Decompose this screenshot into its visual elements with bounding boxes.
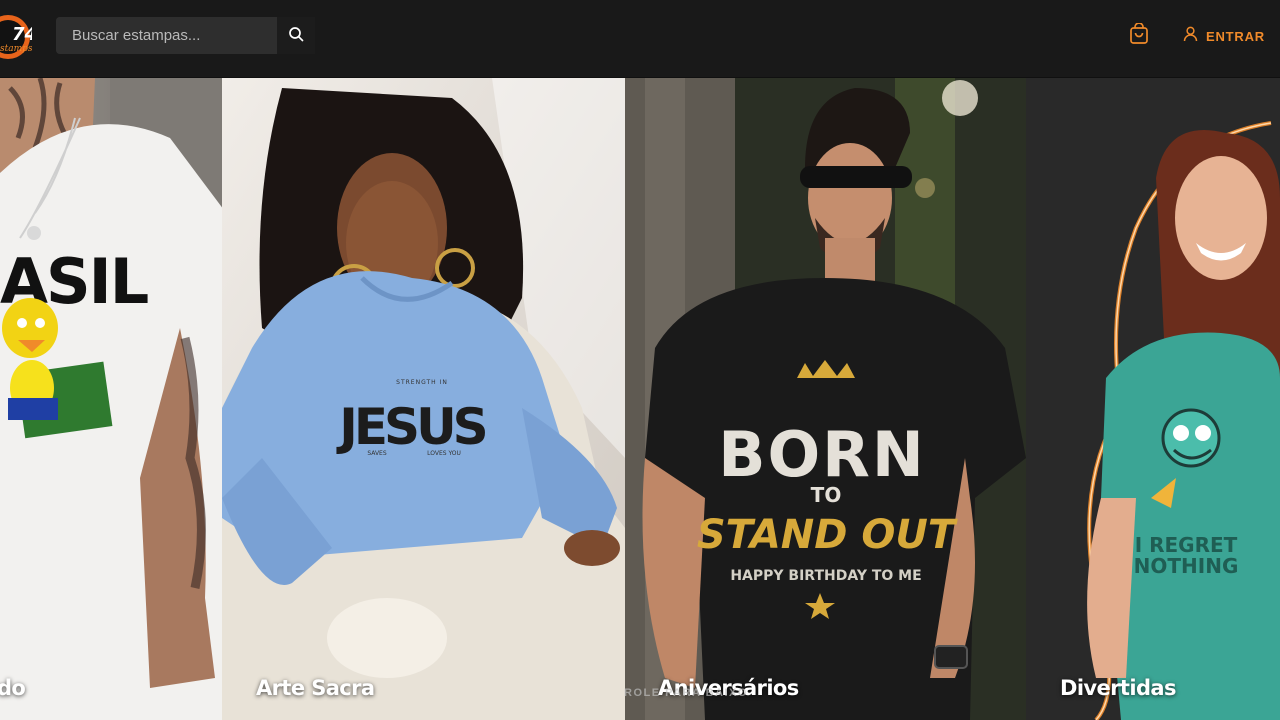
divertidas-shirt-line2: NOTHING bbox=[1134, 554, 1239, 578]
login-label: ENTRAR bbox=[1206, 28, 1265, 44]
search-bar bbox=[56, 17, 306, 54]
arte-sacra-shirt-right: LOVES YOU bbox=[427, 450, 461, 457]
site-logo[interactable]: 74 stamps bbox=[0, 9, 37, 65]
category-card-divertidas-image: I REGRET NOTHING bbox=[1026, 78, 1280, 720]
category-card-arte-sacra-label: Arte Sacra bbox=[256, 676, 375, 700]
arte-sacra-shirt-main: JESUS bbox=[336, 398, 485, 456]
search-button[interactable] bbox=[277, 17, 315, 54]
category-card-divertidas-label: Divertidas bbox=[1060, 676, 1176, 700]
search-icon bbox=[288, 26, 304, 45]
scroll-hint: ROLE PARA BAIXO bbox=[624, 687, 748, 699]
category-carousel: ASIL do STRENGTH IN JESUS SAVES LOVES YO… bbox=[0, 78, 1280, 720]
svg-text:stamps: stamps bbox=[0, 44, 32, 54]
aniversarios-shirt-line4: HAPPY BIRTHDAY TO ME bbox=[730, 568, 921, 584]
category-card-brasil-image: ASIL bbox=[0, 78, 222, 720]
category-card-arte-sacra-image: STRENGTH IN JESUS SAVES LOVES YOU bbox=[222, 78, 625, 720]
shopping-bag-icon bbox=[1129, 21, 1149, 50]
user-icon bbox=[1183, 26, 1198, 47]
aniversarios-shirt-line3: STAND OUT bbox=[697, 512, 958, 558]
category-card-brasil[interactable]: ASIL do bbox=[0, 78, 222, 720]
arte-sacra-shirt-left: SAVES bbox=[367, 450, 387, 457]
category-card-brasil-label: do bbox=[0, 676, 26, 700]
cart-button[interactable] bbox=[1127, 21, 1151, 50]
category-card-arte-sacra[interactable]: STRENGTH IN JESUS SAVES LOVES YOU Arte S… bbox=[222, 78, 625, 720]
category-card-aniversarios-image: BORN TO STAND OUT HAPPY BIRTHDAY TO ME bbox=[625, 78, 1026, 720]
arte-sacra-shirt-top: STRENGTH IN bbox=[396, 379, 448, 386]
search-input[interactable] bbox=[56, 17, 276, 54]
logo-number: 74 bbox=[12, 24, 32, 45]
login-button[interactable]: ENTRAR bbox=[1183, 26, 1265, 46]
aniversarios-shirt-line1: BORN bbox=[718, 418, 926, 491]
aniversarios-shirt-line2: TO bbox=[811, 483, 842, 507]
site-header: 74 stamps ENTRAR bbox=[0, 0, 1280, 78]
category-card-aniversarios[interactable]: BORN TO STAND OUT HAPPY BIRTHDAY TO ME A… bbox=[625, 78, 1026, 720]
category-card-divertidas[interactable]: I REGRET NOTHING Divertidas bbox=[1026, 78, 1280, 720]
